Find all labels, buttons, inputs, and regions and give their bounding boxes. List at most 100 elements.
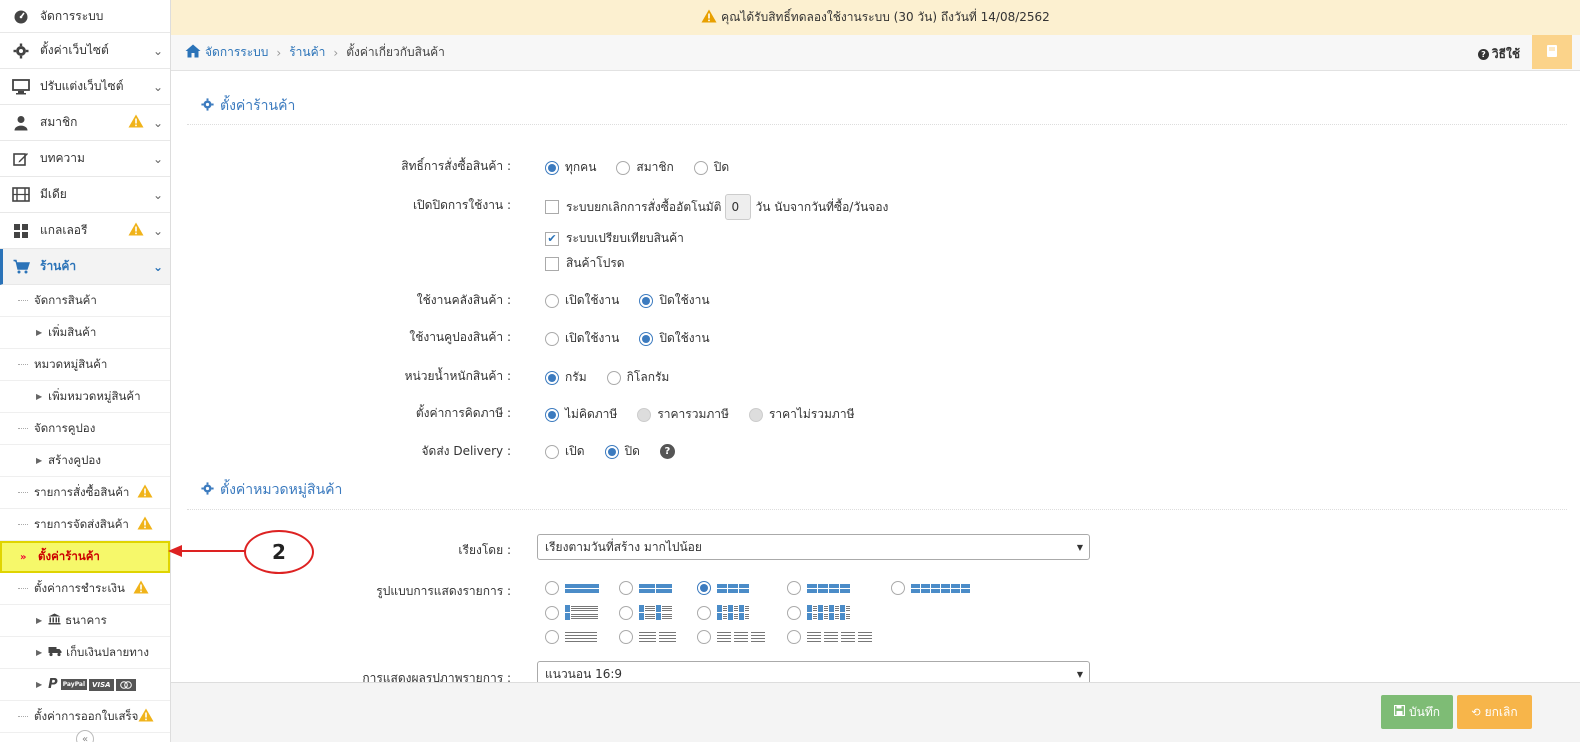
- radio-button[interactable]: [604, 444, 619, 459]
- sidebar-item-gallery[interactable]: แกลเลอรี ⌄: [0, 213, 170, 249]
- radio-button[interactable]: [891, 581, 905, 595]
- submenu-add-category[interactable]: ▶ เพิ่มหมวดหมู่สินค้า: [0, 381, 170, 413]
- weight-kilogram[interactable]: กิโลกรัม: [606, 368, 669, 387]
- auto-cancel-days-input[interactable]: 0: [725, 194, 752, 220]
- chevron-down-icon[interactable]: ⌄: [146, 260, 170, 274]
- help-icon[interactable]: ?: [659, 444, 675, 459]
- radio-button[interactable]: [697, 605, 711, 620]
- favorite-checkbox[interactable]: [545, 256, 559, 271]
- cancel-button[interactable]: ⟲ ยกเลิก: [1457, 695, 1532, 729]
- breadcrumb-shop[interactable]: ร้านค้า: [289, 43, 325, 62]
- radio-button[interactable]: [693, 160, 708, 175]
- sidebar-item-members[interactable]: สมาชิก ⌄: [0, 105, 170, 141]
- radio-button[interactable]: [606, 370, 621, 385]
- submenu-bank[interactable]: ▶ ธนาคาร: [0, 605, 170, 637]
- auto-cancel-checkbox[interactable]: [545, 200, 559, 214]
- radio-button[interactable]: [545, 630, 559, 644]
- radio-button[interactable]: [637, 407, 652, 422]
- delivery-on[interactable]: เปิด: [545, 442, 585, 461]
- radio-button[interactable]: [545, 370, 559, 385]
- tax-included[interactable]: ราคารวมภาษี: [637, 405, 729, 424]
- submenu-add-product[interactable]: ▶ เพิ่มสินค้า: [0, 317, 170, 349]
- submenu-shipments[interactable]: รายการจัดส่งสินค้า: [0, 509, 170, 541]
- sidebar-item-articles[interactable]: บทความ ⌄: [0, 141, 170, 177]
- weight-gram[interactable]: กรัม: [545, 368, 587, 387]
- coupon-off[interactable]: ปิดใช้งาน: [639, 329, 710, 348]
- radio-button[interactable]: [787, 630, 801, 644]
- radio-button[interactable]: [787, 581, 801, 595]
- collapse-sidebar-icon[interactable]: «: [76, 730, 94, 742]
- radio-button[interactable]: [545, 293, 559, 308]
- coupon-on[interactable]: เปิดใช้งาน: [545, 329, 619, 348]
- breadcrumb-home[interactable]: จัดการระบบ: [205, 43, 268, 62]
- radio-button[interactable]: [545, 581, 559, 595]
- tax-excluded[interactable]: ราคาไม่รวมภาษี: [748, 405, 854, 424]
- image-ratio-label: การแสดงผลรูปภาพรายการ :: [362, 671, 511, 682]
- radio-button[interactable]: [545, 160, 559, 175]
- howto-link[interactable]: ? วิธีใช้: [1477, 45, 1520, 64]
- order-rights-members[interactable]: สมาชิก: [616, 158, 674, 177]
- chevron-down-icon[interactable]: ⌄: [146, 152, 170, 166]
- radio-button[interactable]: [619, 581, 633, 595]
- submenu-cod[interactable]: ▶ เก็บเงินปลายทาง: [0, 637, 170, 669]
- layout-option-list-1col[interactable]: [545, 605, 598, 620]
- chevron-down-icon[interactable]: ⌄: [146, 188, 170, 202]
- layout-option-2col[interactable]: [619, 581, 672, 595]
- sidebar-item-site-settings[interactable]: ตั้งค่าเว็บไซต์ ⌄: [0, 33, 170, 69]
- sidebar-item-dashboard[interactable]: จัดการระบบ: [0, 0, 170, 33]
- submenu-shop-settings[interactable]: » ตั้งค่าร้านค้า: [0, 541, 170, 573]
- layout-option-3col[interactable]: [697, 581, 749, 595]
- layout-option-6col[interactable]: [891, 581, 970, 595]
- radio-button[interactable]: [619, 630, 633, 644]
- delivery-off[interactable]: ปิด: [604, 442, 640, 461]
- layout-option-list-2col[interactable]: [619, 605, 672, 620]
- order-rights-everyone[interactable]: ทุกคน: [545, 158, 596, 177]
- radio-button[interactable]: [545, 331, 559, 346]
- radio-button[interactable]: [545, 407, 559, 422]
- radio-button[interactable]: [639, 331, 654, 346]
- layout-option-1col[interactable]: [545, 581, 599, 595]
- truck-icon: [48, 646, 62, 660]
- radio-button[interactable]: [697, 581, 711, 595]
- warning-icon: [138, 708, 154, 725]
- submenu-payment-settings[interactable]: ตั้งค่าการชำระเงิน: [0, 573, 170, 605]
- layout-option-text-1col[interactable]: [545, 630, 597, 644]
- radio-button[interactable]: [639, 293, 654, 308]
- layout-option-4col[interactable]: [787, 581, 850, 595]
- chevron-down-icon[interactable]: ⌄: [146, 116, 170, 130]
- radio-button[interactable]: [748, 407, 763, 422]
- order-rights-off[interactable]: ปิด: [693, 158, 729, 177]
- layout-option-text-3col[interactable]: [697, 630, 765, 644]
- compare-checkbox[interactable]: ✔: [545, 231, 559, 246]
- tax-none[interactable]: ไม่คิดภาษี: [545, 405, 617, 424]
- sort-select[interactable]: เรียงตามวันที่สร้าง มากไปน้อย ▼: [537, 534, 1090, 560]
- chevron-down-icon[interactable]: ⌄: [146, 44, 170, 58]
- layout-option-list-3col[interactable]: [697, 605, 749, 620]
- radio-button[interactable]: [697, 630, 711, 644]
- chevron-down-icon[interactable]: ⌄: [146, 224, 170, 238]
- image-ratio-select[interactable]: แนวนอน 16:9 ▼: [537, 661, 1090, 682]
- layout-option-text-4col[interactable]: [787, 630, 872, 644]
- submenu-create-coupon[interactable]: ▶ สร้างคูปอง: [0, 445, 170, 477]
- stock-on[interactable]: เปิดใช้งาน: [545, 291, 619, 310]
- stock-off[interactable]: ปิดใช้งาน: [639, 291, 710, 310]
- layout-option-text-2col[interactable]: [619, 630, 676, 644]
- submenu-categories[interactable]: หมวดหมู่สินค้า: [0, 349, 170, 381]
- chevron-down-icon[interactable]: ⌄: [146, 80, 170, 94]
- submenu-orders[interactable]: รายการสั่งซื้อสินค้า: [0, 477, 170, 509]
- radio-button[interactable]: [545, 605, 559, 620]
- radio-button[interactable]: [616, 160, 631, 175]
- sidebar-item-shop[interactable]: ร้านค้า ⌄: [0, 249, 170, 285]
- layout-option-list-4col[interactable]: [787, 605, 850, 620]
- monitor-icon: [12, 78, 30, 96]
- save-button[interactable]: บันทึก: [1381, 695, 1453, 729]
- sidebar-item-customize[interactable]: ปรับแต่งเว็บไซต์ ⌄: [0, 69, 170, 105]
- submenu-manage-products[interactable]: จัดการสินค้า: [0, 285, 170, 317]
- submenu-payment-gateways[interactable]: ▶ P PayPal VISA: [0, 669, 170, 701]
- submenu-manage-coupons[interactable]: จัดการคูปอง: [0, 413, 170, 445]
- sidebar-item-media[interactable]: มีเดีย ⌄: [0, 177, 170, 213]
- radio-button[interactable]: [787, 605, 801, 620]
- radio-button[interactable]: [545, 444, 559, 459]
- radio-button[interactable]: [619, 605, 633, 620]
- book-button[interactable]: [1532, 35, 1572, 69]
